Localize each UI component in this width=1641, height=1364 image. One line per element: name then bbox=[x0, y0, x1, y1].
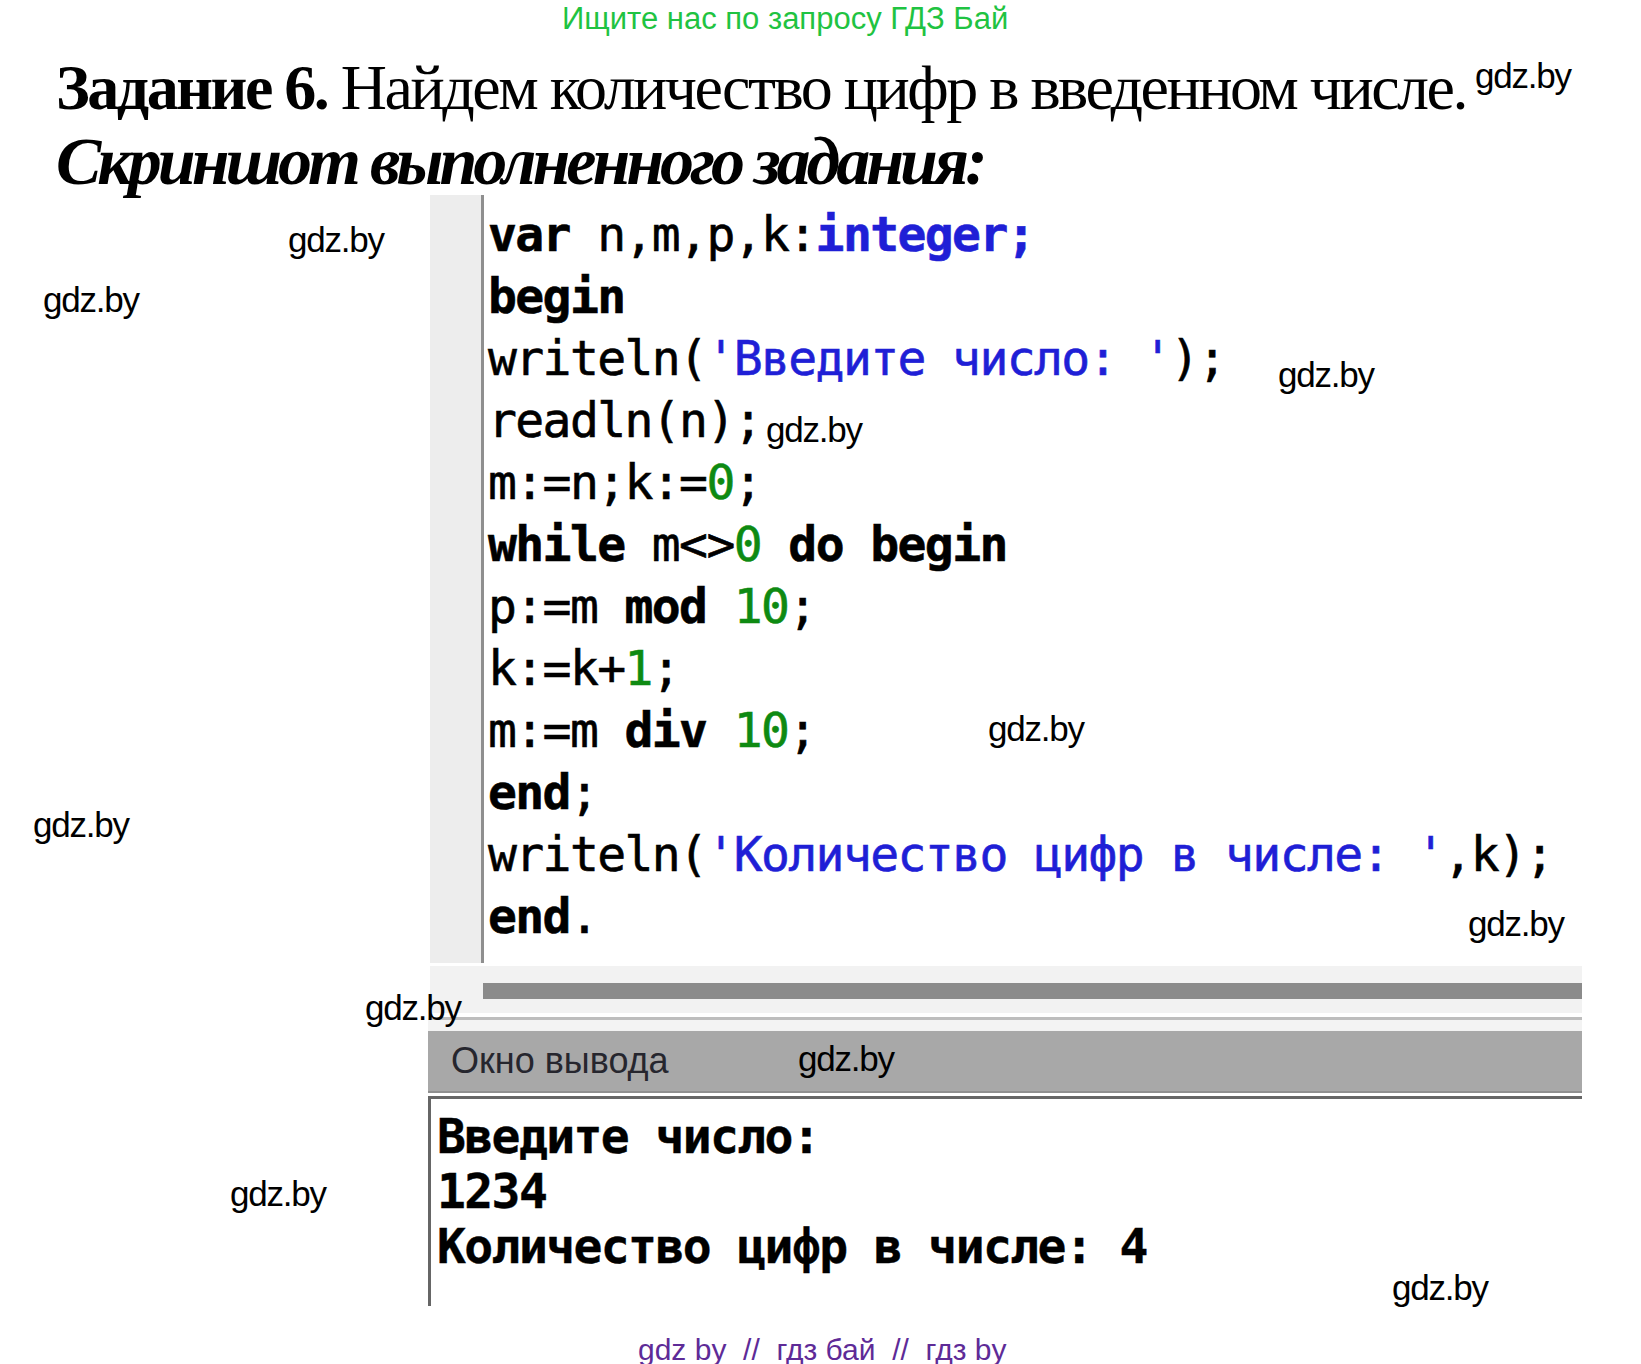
code-line: begin bbox=[488, 265, 1553, 327]
task-subtitle: Скриншот выполненного задания: bbox=[56, 122, 984, 200]
footer-links: gdz by // гдз бай // гдз by bbox=[638, 1333, 1006, 1364]
watermark: gdz.by bbox=[1475, 56, 1571, 96]
watermark: gdz.by bbox=[230, 1174, 326, 1214]
code-line: m:=n;k:=0; bbox=[488, 451, 1553, 513]
code-line: writeln('Количество цифр в числе: ',k); bbox=[488, 823, 1553, 885]
output-line: Количество цифр в числе: 4 bbox=[437, 1219, 1147, 1274]
watermark: gdz.by bbox=[988, 709, 1084, 749]
watermark: gdz.by bbox=[288, 220, 384, 260]
output-line: Введите число: bbox=[437, 1109, 1147, 1164]
code-lines: var n,m,p,k:integer;beginwriteln('Введит… bbox=[488, 203, 1553, 947]
titlebar-top-strip bbox=[428, 1020, 1582, 1031]
code-line: end; bbox=[488, 761, 1553, 823]
code-line: end. bbox=[488, 885, 1553, 947]
code-line: readln(n); bbox=[488, 389, 1553, 451]
code-line: k:=k+1; bbox=[488, 637, 1553, 699]
watermark: gdz.by bbox=[766, 410, 862, 450]
editor-gutter bbox=[430, 195, 484, 963]
watermark: gdz.by bbox=[1392, 1268, 1488, 1308]
task-text: Найдем количество цифр в введенном числе… bbox=[327, 52, 1466, 123]
watermark: gdz.by bbox=[33, 805, 129, 845]
code-line: var n,m,p,k:integer; bbox=[488, 203, 1553, 265]
watermark: gdz.by bbox=[798, 1039, 894, 1079]
task-heading: Задание 6. Найдем количество цифр в введ… bbox=[56, 51, 1466, 125]
output-text: Введите число:1234Количество цифр в числ… bbox=[437, 1109, 1147, 1274]
watermark: gdz.by bbox=[1468, 904, 1564, 944]
horizontal-scrollbar-thumb[interactable] bbox=[483, 983, 1582, 999]
promo-banner: Ищите нас по запросу ГДЗ Бай bbox=[562, 1, 1008, 37]
code-line: while m<>0 do begin bbox=[488, 513, 1553, 575]
task-number: Задание 6. bbox=[56, 52, 327, 123]
watermark: gdz.by bbox=[1278, 355, 1374, 395]
code-line: writeln('Введите число: '); bbox=[488, 327, 1553, 389]
watermark: gdz.by bbox=[43, 280, 139, 320]
code-line: p:=m mod 10; bbox=[488, 575, 1553, 637]
watermark: gdz.by bbox=[365, 988, 461, 1028]
output-window-titlebar: Окно вывода bbox=[428, 1031, 1582, 1093]
output-line: 1234 bbox=[437, 1164, 1147, 1219]
output-window-title: Окно вывода bbox=[451, 1040, 669, 1082]
